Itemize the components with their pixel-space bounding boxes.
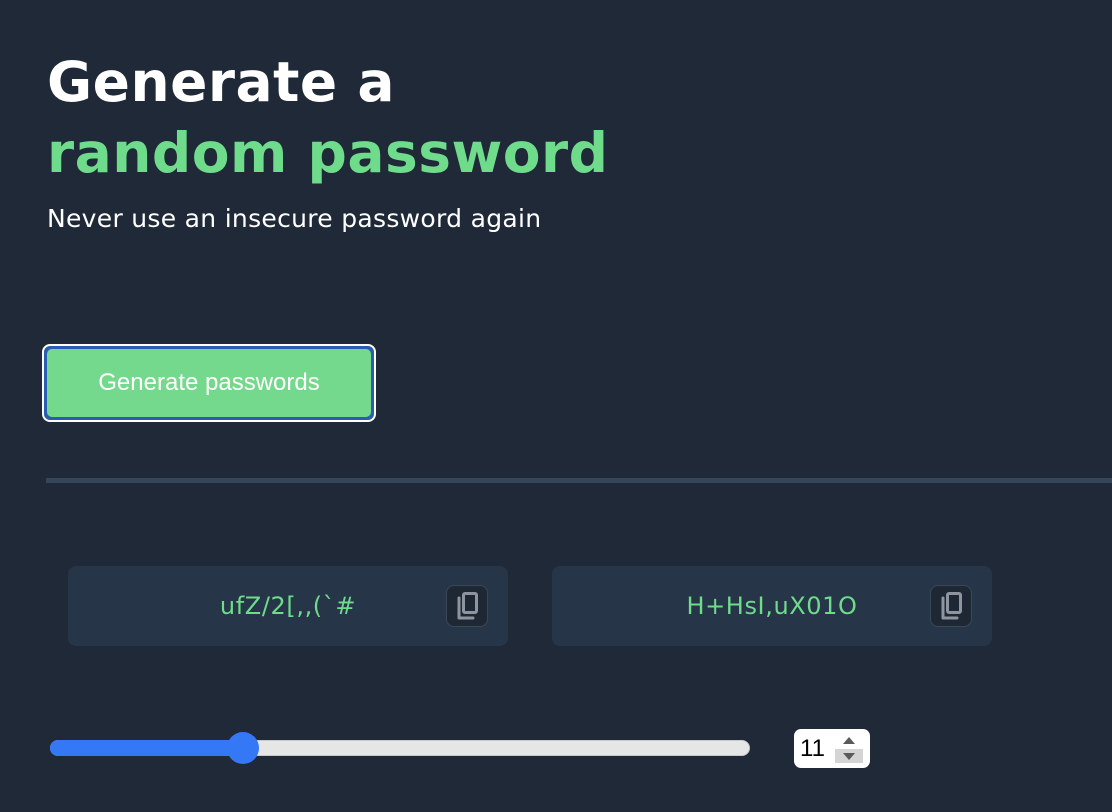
arrow-up-icon (843, 737, 855, 744)
generate-passwords-label: Generate passwords (47, 349, 371, 417)
copy-button-1[interactable] (446, 585, 488, 627)
headline-line-2: random password (47, 121, 609, 185)
slider-fill (50, 740, 243, 756)
copy-button-2[interactable] (930, 585, 972, 627)
password-card-2: H+HsI,uX01O (552, 566, 992, 646)
hero-section: Generate a random password Never use an … (47, 46, 609, 235)
length-number-input[interactable]: 11 (794, 729, 870, 768)
password-card-1: ufZ/2[,,(`# (68, 566, 508, 646)
length-slider[interactable] (50, 731, 750, 765)
arrow-down-icon (843, 753, 855, 760)
generate-passwords-button[interactable]: Generate passwords (42, 344, 376, 422)
password-text-1[interactable]: ufZ/2[,,(`# (68, 566, 508, 646)
length-value[interactable]: 11 (800, 729, 825, 768)
headline-line-1: Generate a (47, 50, 395, 114)
divider (46, 478, 1112, 483)
password-text-2[interactable]: H+HsI,uX01O (552, 566, 992, 646)
decrement-button[interactable] (835, 749, 863, 763)
copy-icon (941, 592, 962, 620)
copy-icon (457, 592, 478, 620)
subtitle: Never use an insecure password again (47, 204, 542, 233)
increment-button[interactable] (835, 734, 863, 748)
slider-thumb[interactable] (227, 732, 259, 764)
number-spinner[interactable] (835, 734, 863, 763)
